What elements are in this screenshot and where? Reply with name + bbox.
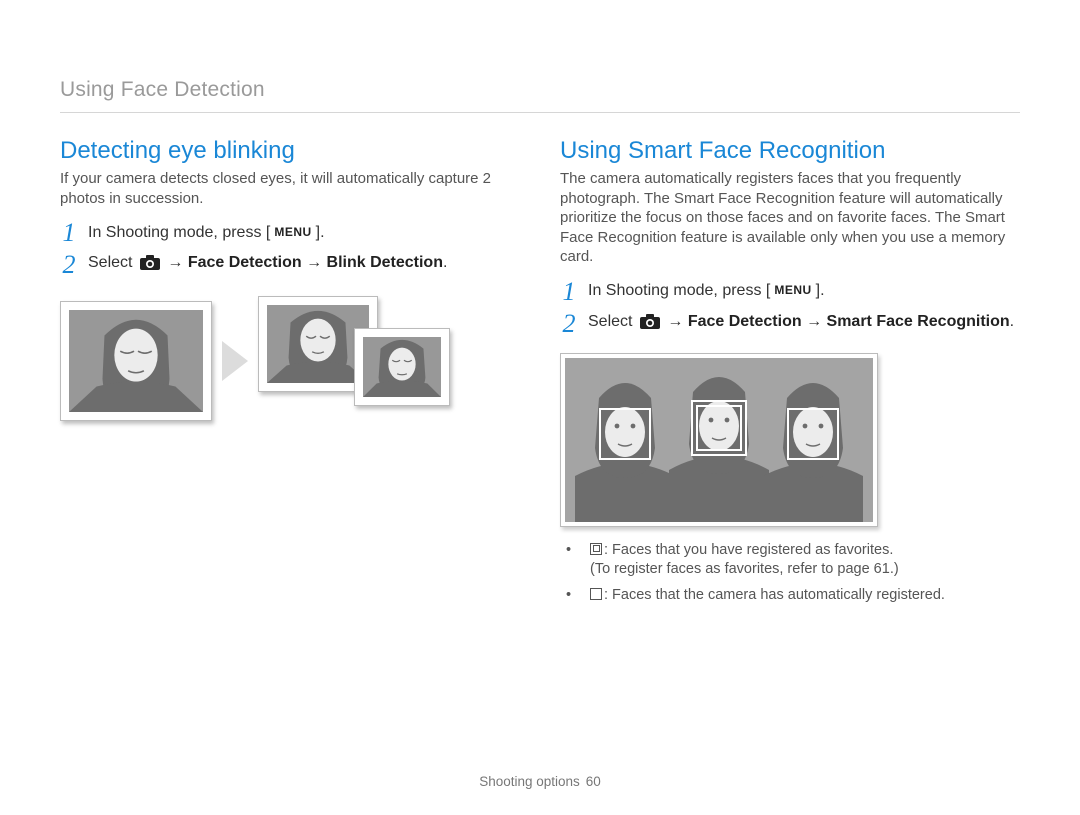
step-post: ]. — [316, 224, 325, 241]
single-square-icon — [590, 588, 602, 600]
step-post: ]. — [816, 282, 825, 299]
step2-select: Select — [88, 254, 137, 271]
step-number: 2 — [560, 311, 578, 337]
step-text: In Shooting mode, press [MENU]. — [88, 223, 325, 244]
step2-face-detection: Face Detection — [188, 254, 302, 271]
blink-description: If your camera detects closed eyes, it w… — [60, 169, 520, 208]
step-number: 1 — [60, 220, 78, 246]
legend-item-favorite: : Faces that you have registered as favo… — [560, 541, 1020, 580]
face-box-double — [691, 400, 747, 456]
step2-arrow: → — [663, 313, 688, 330]
step-text: In Shooting mode, press [MENU]. — [588, 281, 825, 302]
page-header-title: Using Face Detection — [60, 78, 265, 101]
page-footer: Shooting options 60 — [0, 774, 1080, 789]
blink-step-1: 1 In Shooting mode, press [MENU]. — [60, 220, 520, 246]
step-text: Select → Face Detection → Smart Face Rec… — [588, 312, 1014, 336]
step-number: 1 — [560, 279, 578, 305]
step2-select: Select — [588, 313, 637, 330]
step2-face-detection: Face Detection — [688, 313, 802, 330]
step-pre: In Shooting mode, press [ — [88, 224, 270, 241]
footer-page-number: 60 — [586, 774, 601, 789]
photo-frame-after-2 — [354, 328, 450, 406]
step2-arrow: → — [302, 254, 327, 271]
sfr-step-1: 1 In Shooting mode, press [MENU]. — [560, 279, 1020, 305]
face-box-single — [787, 408, 839, 460]
step-text: Select → Face Detection → Blink Detectio… — [88, 253, 447, 277]
legend-subtext: (To register faces as favorites, refer t… — [590, 561, 899, 577]
heading-blink: Detecting eye blinking — [60, 137, 520, 165]
menu-icon: MENU — [272, 224, 313, 239]
heading-sfr: Using Smart Face Recognition — [560, 137, 1020, 165]
double-square-icon — [590, 543, 602, 555]
photo-frame-before — [60, 301, 212, 421]
sfr-illustration — [560, 353, 878, 527]
arrow-icon — [222, 341, 248, 381]
camera-icon — [140, 255, 160, 277]
page-header: Using Face Detection — [60, 78, 1020, 113]
step2-dot: . — [443, 254, 447, 271]
step-pre: In Shooting mode, press [ — [588, 282, 770, 299]
blink-illustration — [60, 296, 520, 426]
step2-sfr: Smart Face Recognition — [827, 313, 1010, 330]
footer-section: Shooting options — [479, 774, 580, 789]
step2-blink-detection: Blink Detection — [327, 254, 443, 271]
sfr-legend: : Faces that you have registered as favo… — [560, 541, 1020, 606]
camera-icon — [640, 314, 660, 336]
sfr-description: The camera automatically registers faces… — [560, 169, 1020, 267]
step2-arrow: → — [802, 313, 827, 330]
sfr-step-2: 2 Select → Face Detection → Smart Face R… — [560, 311, 1020, 337]
face-box-single — [599, 408, 651, 460]
legend-text: : Faces that you have registered as favo… — [604, 542, 893, 558]
step2-dot: . — [1010, 313, 1014, 330]
step2-arrow: → — [163, 254, 188, 271]
blink-step-2: 2 Select → Face Detection → Blink Detect… — [60, 252, 520, 278]
legend-item-auto: : Faces that the camera has automaticall… — [560, 586, 1020, 606]
step-number: 2 — [60, 252, 78, 278]
menu-icon: MENU — [772, 282, 813, 297]
legend-text: : Faces that the camera has automaticall… — [604, 587, 945, 603]
